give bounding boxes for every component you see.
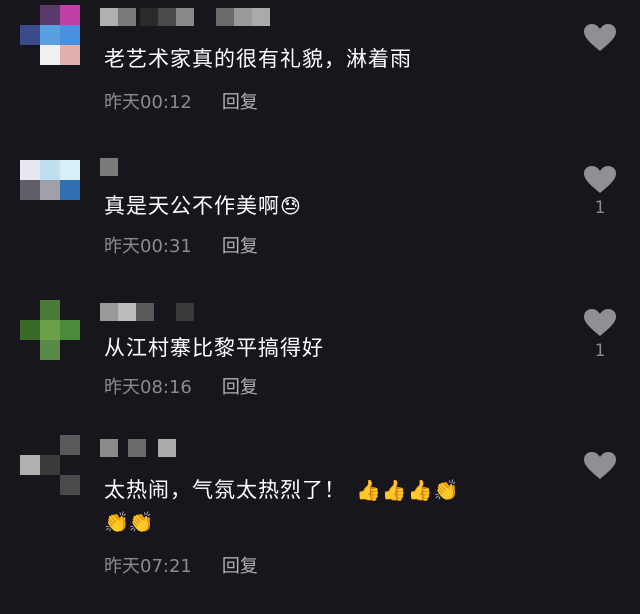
comment-time: 昨天08:16	[104, 377, 192, 398]
avatar[interactable]	[20, 5, 80, 65]
like-button[interactable]	[580, 452, 620, 484]
comment-text: 太热闹，气氛太热烈了！ 👍👍👍👏	[104, 478, 460, 502]
username-pixelated[interactable]	[100, 158, 140, 176]
comment-text: 从江村寨比黎平搞得好	[104, 336, 324, 360]
comment-time: 昨天00:31	[104, 236, 192, 257]
avatar[interactable]	[20, 300, 80, 360]
thumbs-up-clap-emoji-icon: 👍👍👍👏	[356, 478, 460, 502]
comment-time: 昨天07:21	[104, 556, 192, 577]
comment-list: 老艺术家真的很有礼貌，淋着雨 昨天00:12 回复 真是天公不作美啊😓 昨天00:…	[0, 0, 640, 614]
comment-meta: 昨天00:31 回复	[104, 232, 258, 258]
heart-icon	[584, 452, 616, 479]
comment-item: 老艺术家真的很有礼貌，淋着雨 昨天00:12 回复	[0, 0, 640, 140]
clap-emoji-icon: 👏👏	[104, 510, 154, 534]
comment-item: 太热闹，气氛太热烈了！ 👍👍👍👏 👏👏 昨天07:21 回复	[0, 435, 640, 614]
like-count: 1	[594, 341, 606, 361]
comment-item: 真是天公不作美啊😓 昨天00:31 回复 1	[0, 150, 640, 290]
comment-item: 从江村寨比黎平搞得好 昨天08:16 回复 1	[0, 295, 640, 430]
sweat-emoji-icon: 😓	[280, 194, 302, 218]
avatar[interactable]	[20, 160, 80, 220]
username-pixelated[interactable]	[100, 8, 280, 26]
heart-icon	[584, 309, 616, 336]
like-button[interactable]: 1	[580, 166, 620, 218]
reply-button[interactable]: 回复	[222, 92, 258, 113]
username-pixelated[interactable]	[100, 439, 190, 457]
reply-button[interactable]: 回复	[222, 236, 258, 257]
like-count: 1	[594, 198, 606, 218]
emoji-line: 👏👏	[104, 508, 154, 536]
comment-meta: 昨天00:12 回复	[104, 88, 258, 114]
comment-text: 真是天公不作美啊😓	[104, 194, 302, 218]
comment-meta: 昨天08:16 回复	[104, 373, 258, 399]
username-pixelated[interactable]	[100, 303, 200, 321]
comment-text: 老艺术家真的很有礼貌，淋着雨	[104, 47, 412, 71]
comment-time: 昨天00:12	[104, 92, 192, 113]
like-button[interactable]	[580, 24, 620, 56]
heart-icon	[584, 166, 616, 193]
like-button[interactable]: 1	[580, 309, 620, 361]
reply-button[interactable]: 回复	[222, 556, 258, 577]
comment-meta: 昨天07:21 回复	[104, 552, 258, 578]
heart-icon	[584, 24, 616, 51]
reply-button[interactable]: 回复	[222, 377, 258, 398]
avatar[interactable]	[20, 435, 80, 495]
